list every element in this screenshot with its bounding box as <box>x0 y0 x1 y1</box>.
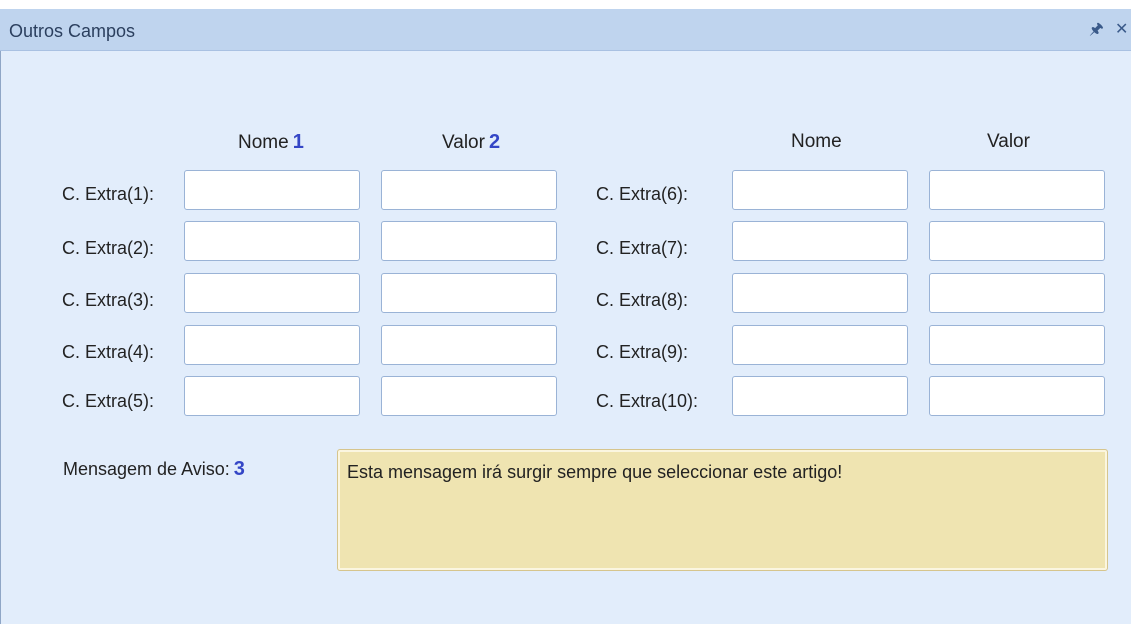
header-nome-right: Nome <box>791 131 842 152</box>
header-valor-left: Valor 2 <box>442 131 500 154</box>
extra-3-name-input[interactable] <box>184 273 360 313</box>
row-label-extra-4: C. Extra(4): <box>62 342 155 362</box>
header-nome-left: Nome 1 <box>238 131 304 154</box>
extra-5-value-input[interactable] <box>381 376 557 416</box>
extra-9-value-input[interactable] <box>929 325 1105 365</box>
row-label-extra-1: C. Extra(1): <box>62 184 155 204</box>
extra-1-name-input[interactable] <box>184 170 360 210</box>
top-strip <box>0 0 1131 9</box>
aviso-label-text: Mensagem de Aviso: <box>63 459 230 479</box>
extra-2-value-input[interactable] <box>381 221 557 261</box>
callout-badge-1: 1 <box>292 131 304 153</box>
close-icon[interactable]: ✕ <box>1115 20 1128 40</box>
extra-7-name-input[interactable] <box>732 221 908 261</box>
row-label-extra-3: C. Extra(3): <box>62 290 155 310</box>
row-label-extra-8: C. Extra(8): <box>596 290 689 310</box>
extra-6-name-input[interactable] <box>732 170 908 210</box>
panel-titlebar: Outros Campos 🖈︎ ✕ <box>0 9 1131 51</box>
extra-4-value-input[interactable] <box>381 325 557 365</box>
row-label-extra-5: C. Extra(5): <box>62 391 155 411</box>
extra-2-name-input[interactable] <box>184 221 360 261</box>
extra-1-value-input[interactable] <box>381 170 557 210</box>
extra-6-value-input[interactable] <box>929 170 1105 210</box>
callout-badge-2: 2 <box>488 131 501 153</box>
header-valor-right: Valor <box>987 131 1030 152</box>
extra-8-value-input[interactable] <box>929 273 1105 313</box>
extra-4-name-input[interactable] <box>184 325 360 365</box>
extra-9-name-input[interactable] <box>732 325 908 365</box>
header-nome-left-label: Nome <box>238 132 289 153</box>
extra-3-value-input[interactable] <box>381 273 557 313</box>
aviso-message-field[interactable]: Esta mensagem irá surgir sempre que sele… <box>337 449 1108 571</box>
extra-10-value-input[interactable] <box>929 376 1105 416</box>
row-label-extra-2: C. Extra(2): <box>62 238 155 258</box>
pin-icon[interactable]: 🖈︎ <box>1089 20 1104 40</box>
extra-10-name-input[interactable] <box>732 376 908 416</box>
extra-5-name-input[interactable] <box>184 376 360 416</box>
callout-badge-3: 3 <box>233 458 245 480</box>
aviso-label: Mensagem de Aviso: 3 <box>63 458 245 481</box>
row-label-extra-6: C. Extra(6): <box>596 184 689 204</box>
extra-7-value-input[interactable] <box>929 221 1105 261</box>
extra-8-name-input[interactable] <box>732 273 908 313</box>
row-label-extra-10: C. Extra(10): <box>596 391 699 411</box>
row-label-extra-9: C. Extra(9): <box>596 342 689 362</box>
panel-title: Outros Campos <box>9 21 136 41</box>
header-valor-left-label: Valor <box>442 132 485 153</box>
row-label-extra-7: C. Extra(7): <box>596 238 689 258</box>
